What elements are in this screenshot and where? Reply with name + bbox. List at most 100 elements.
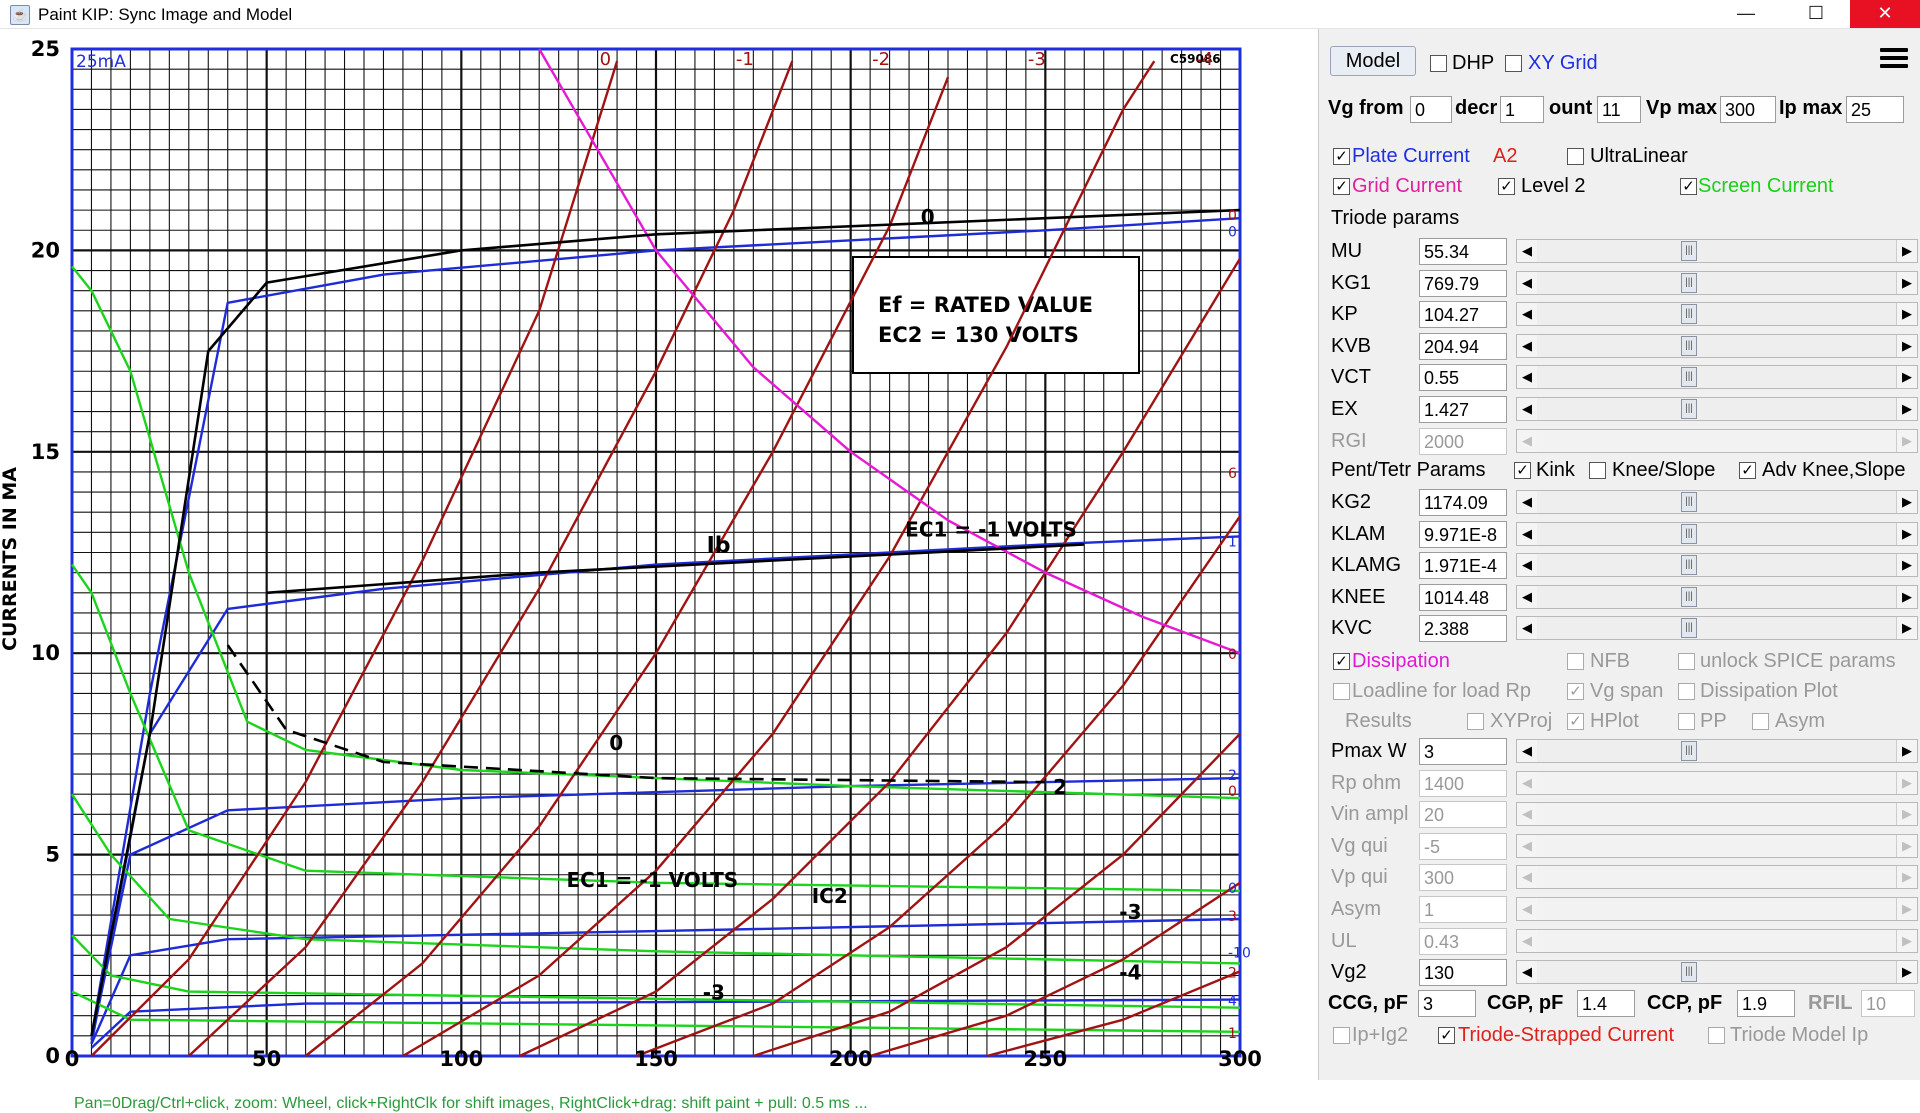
ultralinear-checkbox[interactable] bbox=[1567, 148, 1584, 165]
vp-qui-slider[interactable]: ◀ ▶ bbox=[1516, 865, 1918, 890]
klam-slider-thumb[interactable]: ||| bbox=[1681, 523, 1697, 544]
level2-checkbox[interactable]: ✓ bbox=[1498, 178, 1515, 195]
knee-slider-right-arrow-icon[interactable]: ▶ bbox=[1896, 585, 1917, 608]
vg2-slider-thumb[interactable]: ||| bbox=[1681, 962, 1697, 983]
kvc-slider-left-arrow-icon[interactable]: ◀ bbox=[1517, 617, 1538, 640]
pmax-w-slider[interactable]: ◀ ||| ▶ bbox=[1516, 739, 1918, 763]
kvb-slider-track[interactable]: ||| bbox=[1537, 334, 1897, 357]
vin-ampl-input[interactable]: 20 bbox=[1419, 801, 1507, 829]
close-button[interactable]: ✕ bbox=[1850, 0, 1920, 28]
ul-slider-track[interactable] bbox=[1537, 929, 1897, 952]
knee-slider-left-arrow-icon[interactable]: ◀ bbox=[1517, 585, 1538, 608]
unlock-spice-checkbox[interactable] bbox=[1678, 653, 1695, 670]
kvc-input[interactable]: 2.388 bbox=[1419, 615, 1507, 643]
asym-slider[interactable]: ◀ ▶ bbox=[1516, 897, 1918, 921]
vg2-slider-right-arrow-icon[interactable]: ▶ bbox=[1896, 961, 1917, 984]
ul-input[interactable]: 0.43 bbox=[1419, 927, 1507, 955]
pmax-w-slider-right-arrow-icon[interactable]: ▶ bbox=[1896, 740, 1917, 762]
asym-slider-left-arrow-icon[interactable]: ◀ bbox=[1517, 898, 1538, 920]
ip-max-input[interactable]: 25 bbox=[1846, 96, 1904, 123]
ex-slider[interactable]: ◀ ||| ▶ bbox=[1516, 397, 1918, 421]
rp-ohm-slider-left-arrow-icon[interactable]: ◀ bbox=[1517, 771, 1538, 794]
klam-slider-track[interactable]: ||| bbox=[1537, 522, 1897, 545]
asym-input[interactable]: 1 bbox=[1419, 896, 1507, 923]
kg1-input[interactable]: 769.79 bbox=[1419, 269, 1507, 297]
mu-slider-thumb[interactable]: ||| bbox=[1681, 241, 1697, 261]
cgp-pf-input[interactable]: 1.4 bbox=[1577, 990, 1635, 1017]
kvb-slider-left-arrow-icon[interactable]: ◀ bbox=[1517, 334, 1538, 357]
grid-current-checkbox[interactable]: ✓ bbox=[1333, 178, 1350, 195]
xy-grid-checkbox[interactable] bbox=[1505, 55, 1522, 72]
pmax-w-slider-left-arrow-icon[interactable]: ◀ bbox=[1517, 740, 1538, 762]
asym-slider-right-arrow-icon[interactable]: ▶ bbox=[1896, 898, 1917, 920]
klam-slider[interactable]: ◀ ||| ▶ bbox=[1516, 521, 1918, 546]
knee-slider-thumb[interactable]: ||| bbox=[1681, 586, 1697, 607]
plate-current-checkbox[interactable]: ✓ bbox=[1333, 148, 1350, 165]
kg1-slider-thumb[interactable]: ||| bbox=[1681, 272, 1697, 293]
decr-input[interactable]: 1 bbox=[1500, 96, 1544, 123]
minimize-button[interactable]: — bbox=[1711, 0, 1781, 28]
mu-slider[interactable]: ◀ ||| ▶ bbox=[1516, 239, 1918, 263]
asym-slider-track[interactable] bbox=[1537, 898, 1897, 920]
klamg-slider-thumb[interactable]: ||| bbox=[1681, 555, 1697, 576]
klamg-slider-track[interactable]: ||| bbox=[1537, 554, 1897, 577]
kp-slider-thumb[interactable]: ||| bbox=[1681, 304, 1697, 325]
kp-slider[interactable]: ◀ ||| ▶ bbox=[1516, 302, 1918, 327]
ccg-pf-input[interactable]: 3 bbox=[1418, 990, 1476, 1017]
vg-qui-slider-track[interactable] bbox=[1537, 834, 1897, 857]
asym-checkbox[interactable] bbox=[1752, 713, 1769, 730]
rgi-slider-left-arrow-icon[interactable]: ◀ bbox=[1517, 429, 1538, 452]
rp-ohm-slider-track[interactable] bbox=[1537, 771, 1897, 794]
vg-from-input[interactable]: 0 bbox=[1410, 96, 1452, 123]
ccp-pf-input[interactable]: 1.9 bbox=[1737, 990, 1795, 1017]
triode-strapped-checkbox[interactable]: ✓ bbox=[1438, 1027, 1455, 1044]
klam-slider-left-arrow-icon[interactable]: ◀ bbox=[1517, 522, 1538, 545]
kp-slider-right-arrow-icon[interactable]: ▶ bbox=[1896, 303, 1917, 326]
ex-input[interactable]: 1.427 bbox=[1419, 396, 1507, 423]
dhp-checkbox[interactable] bbox=[1430, 55, 1447, 72]
plot-canvas[interactable]: Ef = RATED VALUE EC2 = 130 VOLTS 0 50 100 150… bbox=[0, 29, 1318, 1112]
rgi-slider-track[interactable] bbox=[1537, 429, 1897, 452]
vg-qui-slider-right-arrow-icon[interactable]: ▶ bbox=[1896, 834, 1917, 857]
vp-qui-slider-left-arrow-icon[interactable]: ◀ bbox=[1517, 866, 1538, 889]
ex-slider-thumb[interactable]: ||| bbox=[1681, 399, 1697, 419]
kink-checkbox[interactable]: ✓ bbox=[1514, 462, 1531, 479]
menu-icon[interactable] bbox=[1880, 48, 1908, 72]
triode-model-ip-checkbox[interactable] bbox=[1708, 1027, 1725, 1044]
loadline-checkbox[interactable] bbox=[1333, 683, 1350, 700]
kg2-slider-left-arrow-icon[interactable]: ◀ bbox=[1517, 491, 1538, 513]
knee-slider-track[interactable]: ||| bbox=[1537, 585, 1897, 608]
ip-ig2-checkbox[interactable] bbox=[1333, 1027, 1350, 1044]
pmax-w-input[interactable]: 3 bbox=[1419, 738, 1507, 765]
kp-slider-track[interactable]: ||| bbox=[1537, 303, 1897, 326]
kvc-slider-right-arrow-icon[interactable]: ▶ bbox=[1896, 617, 1917, 640]
vg2-input[interactable]: 130 bbox=[1419, 959, 1507, 987]
mu-slider-left-arrow-icon[interactable]: ◀ bbox=[1517, 240, 1538, 262]
rfil-input[interactable]: 10 bbox=[1861, 990, 1915, 1017]
kg2-slider-track[interactable]: ||| bbox=[1537, 491, 1897, 513]
vg-span-checkbox[interactable]: ✓ bbox=[1567, 683, 1584, 700]
xyproj-checkbox[interactable] bbox=[1467, 713, 1484, 730]
kg2-slider-right-arrow-icon[interactable]: ▶ bbox=[1896, 491, 1917, 513]
model-button[interactable]: Model bbox=[1330, 46, 1416, 76]
vg2-slider[interactable]: ◀ ||| ▶ bbox=[1516, 960, 1918, 985]
mu-input[interactable]: 55.34 bbox=[1419, 238, 1507, 265]
rp-ohm-input[interactable]: 1400 bbox=[1419, 769, 1507, 797]
vg-qui-slider[interactable]: ◀ ▶ bbox=[1516, 833, 1918, 858]
rgi-slider[interactable]: ◀ ▶ bbox=[1516, 428, 1918, 453]
knee-slope-checkbox[interactable] bbox=[1589, 462, 1606, 479]
kvb-slider-right-arrow-icon[interactable]: ▶ bbox=[1896, 334, 1917, 357]
vct-input[interactable]: 0.55 bbox=[1419, 364, 1507, 392]
pmax-w-slider-track[interactable]: ||| bbox=[1537, 740, 1897, 762]
kvb-slider-thumb[interactable]: ||| bbox=[1681, 335, 1697, 356]
vin-ampl-slider[interactable]: ◀ ▶ bbox=[1516, 802, 1918, 827]
rp-ohm-slider[interactable]: ◀ ▶ bbox=[1516, 770, 1918, 795]
vg-qui-input[interactable]: -5 bbox=[1419, 832, 1507, 860]
kg1-slider[interactable]: ◀ ||| ▶ bbox=[1516, 270, 1918, 295]
klam-input[interactable]: 9.971E-8 bbox=[1419, 520, 1507, 548]
kp-slider-left-arrow-icon[interactable]: ◀ bbox=[1517, 303, 1538, 326]
klamg-slider-left-arrow-icon[interactable]: ◀ bbox=[1517, 554, 1538, 577]
vct-slider-left-arrow-icon[interactable]: ◀ bbox=[1517, 366, 1538, 389]
ul-slider-left-arrow-icon[interactable]: ◀ bbox=[1517, 929, 1538, 952]
maximize-button[interactable]: ☐ bbox=[1781, 0, 1851, 28]
